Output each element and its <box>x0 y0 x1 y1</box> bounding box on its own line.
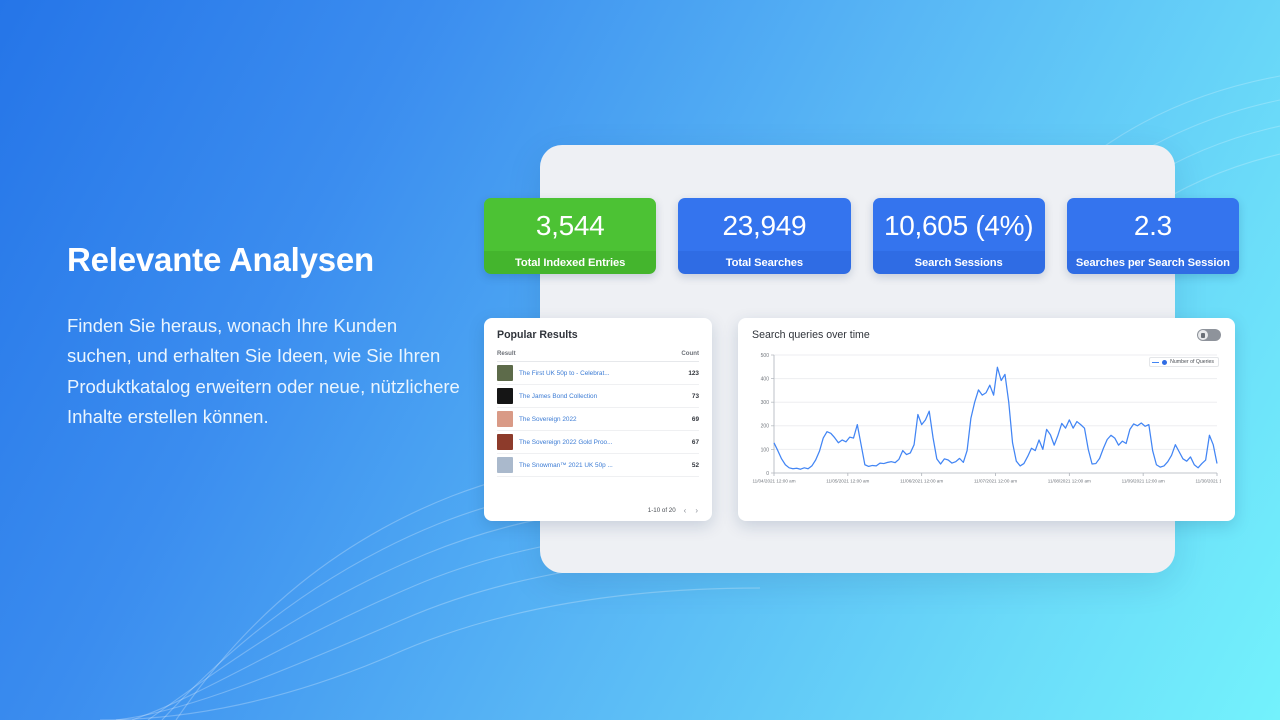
pagination: 1-10 of 20 ‹ › <box>497 500 699 521</box>
svg-text:11/08/2021 12:00 am: 11/08/2021 12:00 am <box>1048 479 1091 484</box>
hero-description: Finden Sie heraus, wonach Ihre Kunden su… <box>67 314 460 428</box>
stat-value: 23,949 <box>678 198 851 251</box>
table-row[interactable]: The Sovereign 2022 Gold Proo... 67 <box>497 430 699 454</box>
result-name-link[interactable]: The James Bond Collection <box>519 384 671 408</box>
column-header-count: Count <box>670 350 699 362</box>
stats-row: 3,544 Total Indexed Entries 23,949 Total… <box>484 198 1239 274</box>
stat-card-searches-per-session[interactable]: 2.3 Searches per Search Session <box>1066 198 1239 274</box>
popular-results-title: Popular Results <box>497 329 578 341</box>
chart-plot-area: Number of Queries 0 100 200 300 400 500 11/04/… <box>752 349 1238 491</box>
chart-legend[interactable]: Number of Queries <box>1149 357 1219 367</box>
toggle-icon <box>1201 332 1205 338</box>
product-image-icon <box>497 388 513 404</box>
hero-slide: Relevante Analysen Finden Sie heraus, wo… <box>0 0 1280 720</box>
result-count-value: 52 <box>670 453 699 477</box>
stat-card-total-indexed-entries[interactable]: 3,544 Total Indexed Entries <box>484 198 657 274</box>
result-thumbnail-cell <box>497 361 519 385</box>
svg-text:100: 100 <box>761 447 770 453</box>
chart-header: Search queries over time <box>752 329 1221 341</box>
chart-view-toggle[interactable] <box>1197 329 1221 341</box>
next-page-icon[interactable]: › <box>694 506 699 515</box>
svg-text:0: 0 <box>766 471 769 477</box>
result-name-link[interactable]: The Sovereign 2022 <box>519 407 671 431</box>
stat-value: 3,544 <box>484 198 657 251</box>
prev-page-icon[interactable]: ‹ <box>683 506 688 515</box>
stat-label: Searches per Search Session <box>1066 251 1239 274</box>
result-thumbnail-cell <box>497 384 519 408</box>
legend-dot-icon <box>1162 359 1168 365</box>
product-image-icon <box>497 434 513 450</box>
stat-label: Total Searches <box>678 251 851 274</box>
table-row[interactable]: The Snowman™ 2021 UK 50p ... 52 <box>497 453 699 477</box>
result-thumbnail-cell <box>497 430 519 454</box>
legend-dash-icon <box>1152 361 1160 363</box>
result-name-link[interactable]: The Snowman™ 2021 UK 50p ... <box>519 453 671 477</box>
result-name-link[interactable]: The Sovereign 2022 Gold Proo... <box>519 430 671 454</box>
search-queries-chart-card: Search queries over time Number of Queri… <box>738 318 1239 521</box>
svg-text:11/07/2021 12:00 am: 11/07/2021 12:00 am <box>974 479 1017 484</box>
svg-text:11/09/2021 12:00 am: 11/09/2021 12:00 am <box>1122 479 1165 484</box>
chart-series-line <box>773 366 1218 470</box>
result-count-value: 123 <box>670 361 699 385</box>
svg-text:400: 400 <box>761 377 770 383</box>
page-range-label: 1-10 of 20 <box>647 507 676 514</box>
result-count-value: 69 <box>670 407 699 431</box>
svg-text:200: 200 <box>761 424 770 430</box>
table-row[interactable]: The First UK 50p to - Celebrat... 123 <box>497 361 699 385</box>
svg-text:300: 300 <box>761 400 770 406</box>
popular-results-table: Result Count The First UK 50p to - Celeb… <box>497 350 699 477</box>
svg-text:11/06/2021 12:00 am: 11/06/2021 12:00 am <box>900 479 943 484</box>
result-name-link[interactable]: The First UK 50p to - Celebrat... <box>519 361 671 385</box>
chart-title: Search queries over time <box>752 329 870 341</box>
svg-text:500: 500 <box>761 353 770 359</box>
hero-copy: Relevante Analysen Finden Sie heraus, wo… <box>67 240 467 433</box>
svg-text:11/04/2021 12:00 am: 11/04/2021 12:00 am <box>752 479 795 484</box>
column-header-result: Result <box>497 350 671 362</box>
svg-text:11/05/2021 12:00 am: 11/05/2021 12:00 am <box>826 479 869 484</box>
result-count-value: 67 <box>670 430 699 454</box>
product-image-icon <box>497 411 513 427</box>
product-image-icon <box>497 457 513 473</box>
stat-card-total-searches[interactable]: 23,949 Total Searches <box>678 198 851 274</box>
table-header-row: Result Count <box>497 350 699 362</box>
stat-label: Total Indexed Entries <box>484 251 657 274</box>
stat-value: 2.3 <box>1066 198 1239 251</box>
table-row[interactable]: The James Bond Collection 73 <box>497 384 699 408</box>
legend-label: Number of Queries <box>1170 359 1214 365</box>
stat-card-search-sessions[interactable]: 10,605 (4%) Search Sessions <box>872 198 1045 274</box>
page-title: Relevante Analysen <box>67 241 374 278</box>
result-thumbnail-cell <box>497 453 519 477</box>
result-count-value: 73 <box>670 384 699 408</box>
stat-value: 10,605 (4%) <box>872 198 1045 251</box>
line-chart: 0 100 200 300 400 500 11/04/2021 12:00 am 11/05… <box>752 353 1238 484</box>
popular-results-card: Popular Results Result Count The First U… <box>484 318 712 521</box>
table-row[interactable]: The Sovereign 2022 69 <box>497 407 699 431</box>
product-image-icon <box>497 365 513 381</box>
stat-label: Search Sessions <box>872 251 1045 274</box>
toggle-knob <box>1198 330 1208 340</box>
result-thumbnail-cell <box>497 407 519 431</box>
svg-text:11/30/2021 12:00 am: 11/30/2021 12:00 am <box>1195 479 1221 484</box>
